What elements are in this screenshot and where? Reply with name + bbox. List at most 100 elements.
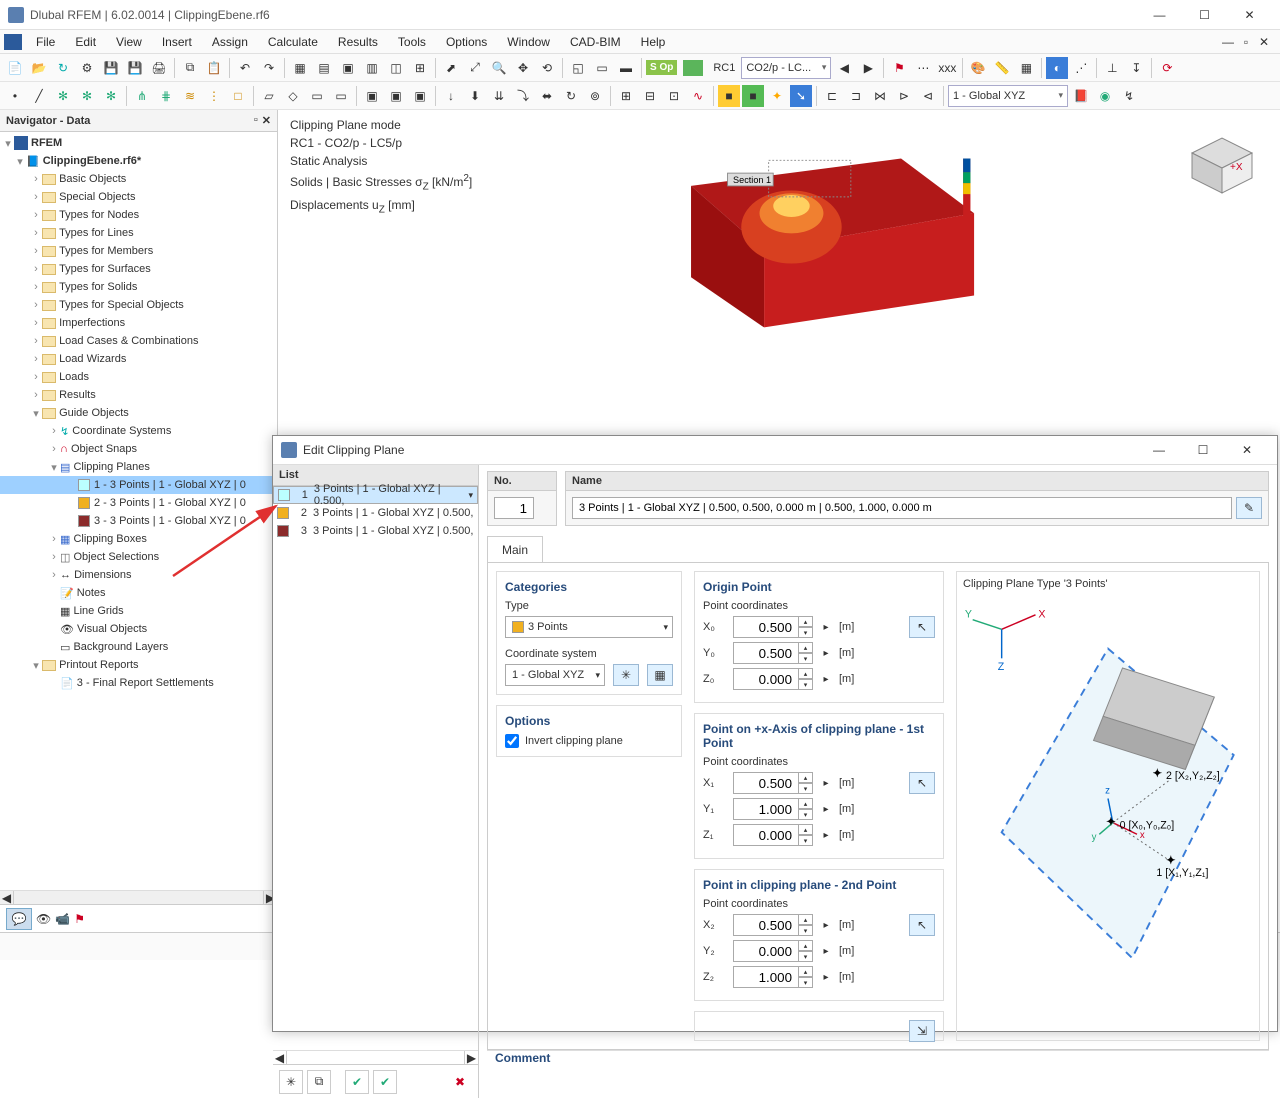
calc-icon[interactable]: ▣ (337, 57, 359, 79)
copy-plane-button[interactable]: ⧉ (307, 1070, 331, 1094)
tree-printout[interactable]: Printout Reports (59, 659, 138, 671)
y2-input[interactable] (733, 940, 799, 962)
pan-icon[interactable]: ✥ (512, 57, 534, 79)
x2-input[interactable] (733, 914, 799, 936)
menu-edit[interactable]: Edit (65, 33, 106, 51)
star3-icon[interactable]: ✻ (100, 85, 122, 107)
surf3-icon[interactable]: ▭ (306, 85, 328, 107)
coord-edit-button[interactable]: ▦ (647, 664, 673, 686)
solid1-icon[interactable]: ▣ (361, 85, 383, 107)
mdi-close-icon[interactable]: ✕ (1256, 34, 1272, 50)
wave-icon[interactable]: ∿ (687, 85, 709, 107)
member3-icon[interactable]: ≋ (179, 85, 201, 107)
uncheck-all-button[interactable]: ✔ (373, 1070, 397, 1094)
member2-icon[interactable]: ⋕ (155, 85, 177, 107)
surf2-icon[interactable]: ◇ (282, 85, 304, 107)
menu-help[interactable]: Help (631, 33, 676, 51)
navigator-close-icon[interactable]: ✕ (262, 114, 271, 127)
name-input[interactable] (572, 497, 1232, 519)
tree-item[interactable]: Coordinate Systems (72, 425, 171, 437)
tree-item[interactable]: Results (59, 389, 96, 401)
dialog-close-button[interactable]: ✕ (1225, 436, 1269, 464)
type-select[interactable]: 3 Points (505, 616, 673, 638)
tree-clipping-planes[interactable]: Clipping Planes (73, 461, 149, 473)
no-input[interactable] (494, 497, 534, 519)
blue-arrow-icon[interactable]: ➘ (790, 85, 812, 107)
zoom-window-icon[interactable]: 🔍 (488, 57, 510, 79)
green-tool-icon[interactable]: ◉ (1094, 85, 1116, 107)
tree-item[interactable]: Types for Surfaces (59, 263, 151, 275)
tree-item[interactable]: Object Selections (73, 551, 159, 563)
measure-icon[interactable]: 📏 (991, 57, 1013, 79)
save-all-icon[interactable]: 💾 (124, 57, 146, 79)
star1-icon[interactable]: ✻ (52, 85, 74, 107)
rotate-icon[interactable]: ⟲ (536, 57, 558, 79)
tree-item[interactable]: Loads (59, 371, 89, 383)
sync-icon[interactable]: ↻ (52, 57, 74, 79)
grid2-icon[interactable]: ⊟ (639, 85, 661, 107)
nav-flag-tab-icon[interactable]: ⚑ (74, 912, 85, 926)
tree-item[interactable]: Types for Members (59, 245, 153, 257)
tool-2-icon[interactable]: xxx (936, 57, 958, 79)
support-icon[interactable]: ⊥ (1101, 57, 1123, 79)
tree-item[interactable]: Background Layers (73, 641, 168, 653)
tree-item[interactable]: Types for Solids (59, 281, 137, 293)
menu-file[interactable]: File (26, 33, 65, 51)
tree-plane-1[interactable]: 1 - 3 Points | 1 - Global XYZ | 0 (94, 479, 246, 491)
res4-icon[interactable]: ⊳ (893, 85, 915, 107)
tree-plane-3[interactable]: 3 - 3 Points | 1 - Global XYZ | 0 (94, 515, 246, 527)
tree-item[interactable]: Types for Special Objects (59, 299, 184, 311)
tool-1-icon[interactable]: ⋯ (912, 57, 934, 79)
paste-icon[interactable]: 📋 (203, 57, 225, 79)
close-button[interactable]: ✕ (1227, 1, 1272, 29)
maximize-button[interactable]: ☐ (1182, 1, 1227, 29)
select-icon[interactable]: ⬈ (440, 57, 462, 79)
tree-item[interactable]: Load Cases & Combinations (59, 335, 198, 347)
delete-plane-button[interactable]: ✖ (448, 1070, 472, 1094)
coord-sys-select[interactable]: 1 - Global XYZ (505, 664, 605, 686)
xxx-icon[interactable]: ⋰ (1070, 57, 1092, 79)
load6-icon[interactable]: ↻ (560, 85, 582, 107)
prev-lc-icon[interactable]: ◀ (833, 57, 855, 79)
load2-icon[interactable]: ⬇ (464, 85, 486, 107)
name-edit-button[interactable]: ✎ (1236, 497, 1262, 519)
new-plane-button[interactable]: ✳ (279, 1070, 303, 1094)
nav-data-tab-icon[interactable]: 💬 (6, 908, 32, 930)
load5-icon[interactable]: ⬌ (536, 85, 558, 107)
menu-insert[interactable]: Insert (152, 33, 202, 51)
tree-item[interactable]: Load Wizards (59, 353, 126, 365)
nav-cube-icon[interactable]: +X (1182, 128, 1262, 198)
pick-origin-button[interactable]: ↖ (909, 616, 935, 638)
new-icon[interactable]: 📄 (4, 57, 26, 79)
zoom-extents-icon[interactable]: ⤢ (464, 57, 486, 79)
section-icon[interactable]: ▬ (615, 57, 637, 79)
z2-input[interactable] (733, 966, 799, 988)
menu-view[interactable]: View (106, 33, 152, 51)
save-icon[interactable]: 💾 (100, 57, 122, 79)
list-item-3[interactable]: 33 Points | 1 - Global XYZ | 0.500, (273, 522, 478, 540)
next-lc-icon[interactable]: ▶ (857, 57, 879, 79)
mdi-restore-icon[interactable]: ▫ (1238, 34, 1254, 50)
tree-item[interactable]: Visual Objects (77, 623, 147, 635)
res2-icon[interactable]: ⊐ (845, 85, 867, 107)
tree-item[interactable]: Dimensions (74, 569, 131, 581)
load-icon[interactable]: ↧ (1125, 57, 1147, 79)
x1-input[interactable] (733, 772, 799, 794)
load7-icon[interactable]: ⊚ (584, 85, 606, 107)
pick-p2-button[interactable]: ↖ (909, 914, 935, 936)
menu-window[interactable]: Window (497, 33, 560, 51)
minimize-button[interactable]: — (1137, 1, 1182, 29)
tree-item[interactable]: Types for Lines (59, 227, 134, 239)
menu-tools[interactable]: Tools (388, 33, 436, 51)
dialog-minimize-button[interactable]: — (1137, 436, 1181, 464)
redo-icon[interactable]: ↷ (258, 57, 280, 79)
z1-input[interactable] (733, 824, 799, 846)
menu-options[interactable]: Options (436, 33, 497, 51)
surf4-icon[interactable]: ▭ (330, 85, 352, 107)
script-icon[interactable]: ⟳ (1156, 57, 1178, 79)
copy-icon[interactable]: ⧉ (179, 57, 201, 79)
flag-red-icon[interactable]: ⚑ (888, 57, 910, 79)
tab-main[interactable]: Main (487, 536, 543, 563)
solid2-icon[interactable]: ▣ (385, 85, 407, 107)
tree-file[interactable]: ClippingEbene.rf6* (43, 155, 141, 167)
